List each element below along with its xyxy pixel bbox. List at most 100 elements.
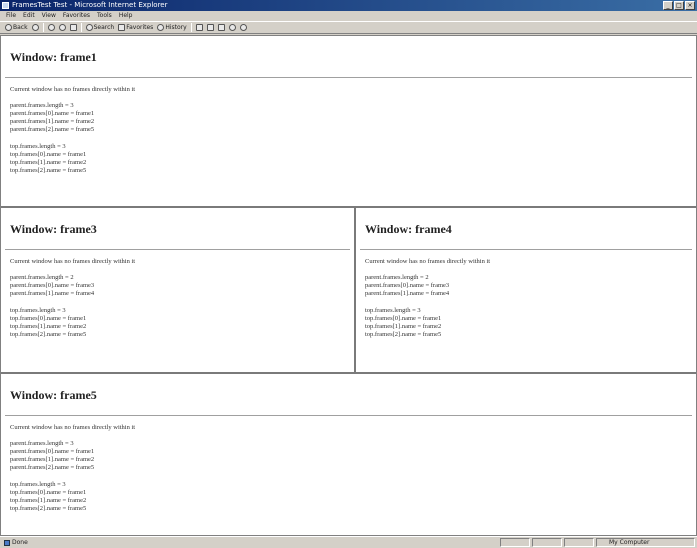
- status-pane: [500, 538, 530, 547]
- list-item: parent.frames.length = 2: [365, 274, 429, 281]
- parent-frames-list: parent.frames.length = 3 parent.frames[0…: [1, 93, 696, 134]
- history-button[interactable]: History: [157, 23, 187, 33]
- toolbar-separator: [80, 23, 82, 32]
- parent-frames-list: parent.frames.length = 3 parent.frames[0…: [1, 431, 696, 472]
- search-label: Search: [93, 24, 115, 31]
- list-item: top.frames[1].name = frame2: [365, 323, 442, 330]
- back-button[interactable]: Back: [5, 23, 28, 33]
- frame-title: Window: frame5: [10, 388, 97, 402]
- back-arrow-icon: [5, 24, 12, 31]
- list-item: top.frames.length = 3: [10, 481, 66, 488]
- frame-title: Window: frame1: [10, 50, 97, 64]
- list-item: parent.frames[0].name = frame3: [365, 282, 450, 289]
- parent-frames-list: parent.frames.length = 2 parent.frames[0…: [356, 265, 696, 298]
- frame-note: Current window has no frames directly wi…: [365, 258, 491, 265]
- refresh-button[interactable]: [58, 23, 66, 33]
- window-title: FramesTest Test - Microsoft Internet Exp…: [12, 1, 168, 9]
- favorites-icon: [118, 24, 126, 31]
- status-pane: [564, 538, 594, 547]
- forward-arrow-icon: [31, 24, 39, 31]
- zone-indicator: My Computer: [596, 538, 695, 547]
- status-text: Done: [12, 539, 28, 546]
- menu-bar: File Edit View Favorites Tools Help: [0, 11, 697, 21]
- home-button[interactable]: [69, 23, 77, 33]
- history-label: History: [165, 24, 187, 31]
- list-item: top.frames[1].name = frame2: [10, 497, 87, 504]
- menu-view[interactable]: View: [42, 11, 56, 21]
- status-pane: [532, 538, 562, 547]
- list-item: top.frames[2].name = frame5: [10, 167, 87, 174]
- title-bar: FramesTest Test - Microsoft Internet Exp…: [0, 0, 697, 11]
- toolbar-separator: [42, 23, 44, 32]
- back-label: Back: [13, 24, 28, 31]
- menu-edit[interactable]: Edit: [23, 11, 35, 21]
- list-item: parent.frames[1].name = frame4: [10, 290, 95, 297]
- zone-text: My Computer: [609, 539, 650, 546]
- menu-favorites[interactable]: Favorites: [63, 11, 90, 21]
- stop-icon: [47, 24, 55, 31]
- mail-button[interactable]: [195, 23, 203, 33]
- edit-button[interactable]: [217, 23, 225, 33]
- list-item: top.frames[0].name = frame1: [10, 489, 87, 496]
- menu-file[interactable]: File: [6, 11, 16, 21]
- frame3: Window: frame3 Current window has no fra…: [1, 208, 356, 374]
- list-item: parent.frames[2].name = frame5: [10, 464, 95, 471]
- messenger-icon: [239, 24, 247, 31]
- list-item: top.frames.length = 3: [365, 307, 421, 314]
- list-item: parent.frames[0].name = frame1: [10, 110, 95, 117]
- list-item: parent.frames[1].name = frame4: [365, 290, 450, 297]
- discuss-icon: [228, 24, 236, 31]
- list-item: top.frames.length = 3: [10, 307, 66, 314]
- browser-content: Window: frame1 Current window has no fra…: [0, 35, 697, 536]
- list-item: parent.frames[1].name = frame2: [10, 118, 95, 125]
- list-item: top.frames[2].name = frame5: [10, 331, 87, 338]
- top-frames-list: top.frames.length = 3 top.frames[0].name…: [356, 298, 696, 339]
- list-item: parent.frames[0].name = frame3: [10, 282, 95, 289]
- list-item: top.frames[2].name = frame5: [10, 505, 87, 512]
- frame-title: Window: frame3: [10, 222, 97, 236]
- frame1: Window: frame1 Current window has no fra…: [1, 36, 696, 208]
- edit-icon: [217, 24, 225, 31]
- messenger-button[interactable]: [239, 23, 247, 33]
- maximize-button[interactable]: □: [674, 1, 684, 10]
- top-frames-list: top.frames.length = 3 top.frames[0].name…: [1, 472, 696, 513]
- frame-title: Window: frame4: [365, 222, 452, 236]
- minimize-button[interactable]: _: [663, 1, 673, 10]
- frame-note: Current window has no frames directly wi…: [10, 424, 136, 431]
- list-item: top.frames[2].name = frame5: [365, 331, 442, 338]
- list-item: top.frames[0].name = frame1: [365, 315, 442, 322]
- forward-button[interactable]: [31, 23, 39, 33]
- toolbar-separator: [190, 23, 192, 32]
- frame4: Window: frame4 Current window has no fra…: [356, 208, 696, 374]
- list-item: parent.frames[1].name = frame2: [10, 456, 95, 463]
- close-button[interactable]: ×: [685, 1, 695, 10]
- frame5: Window: frame5 Current window has no fra…: [1, 374, 696, 535]
- list-item: top.frames[1].name = frame2: [10, 159, 87, 166]
- search-icon: [85, 24, 93, 31]
- toolbar: Back Search Favorites History: [0, 21, 697, 34]
- list-item: parent.frames[2].name = frame5: [10, 126, 95, 133]
- print-icon: [206, 24, 214, 31]
- frame-note: Current window has no frames directly wi…: [10, 86, 136, 93]
- list-item: parent.frames.length = 3: [10, 440, 74, 447]
- print-button[interactable]: [206, 23, 214, 33]
- menu-help[interactable]: Help: [119, 11, 133, 21]
- menu-tools[interactable]: Tools: [97, 11, 112, 21]
- home-icon: [69, 24, 77, 31]
- window-controls: _ □ ×: [663, 1, 695, 10]
- list-item: top.frames[0].name = frame1: [10, 315, 87, 322]
- list-item: parent.frames.length = 3: [10, 102, 74, 109]
- favorites-button[interactable]: Favorites: [118, 23, 153, 33]
- mail-icon: [195, 24, 203, 31]
- ie-icon: [2, 2, 9, 9]
- page-icon: [4, 539, 10, 546]
- stop-button[interactable]: [47, 23, 55, 33]
- status-left: Done: [4, 537, 28, 548]
- discuss-button[interactable]: [228, 23, 236, 33]
- top-frames-list: top.frames.length = 3 top.frames[0].name…: [1, 298, 354, 339]
- status-bar: Done My Computer: [0, 536, 697, 548]
- list-item: top.frames.length = 3: [10, 143, 66, 150]
- search-button[interactable]: Search: [85, 23, 115, 33]
- top-frames-list: top.frames.length = 3 top.frames[0].name…: [1, 134, 696, 175]
- frame-note: Current window has no frames directly wi…: [10, 258, 136, 265]
